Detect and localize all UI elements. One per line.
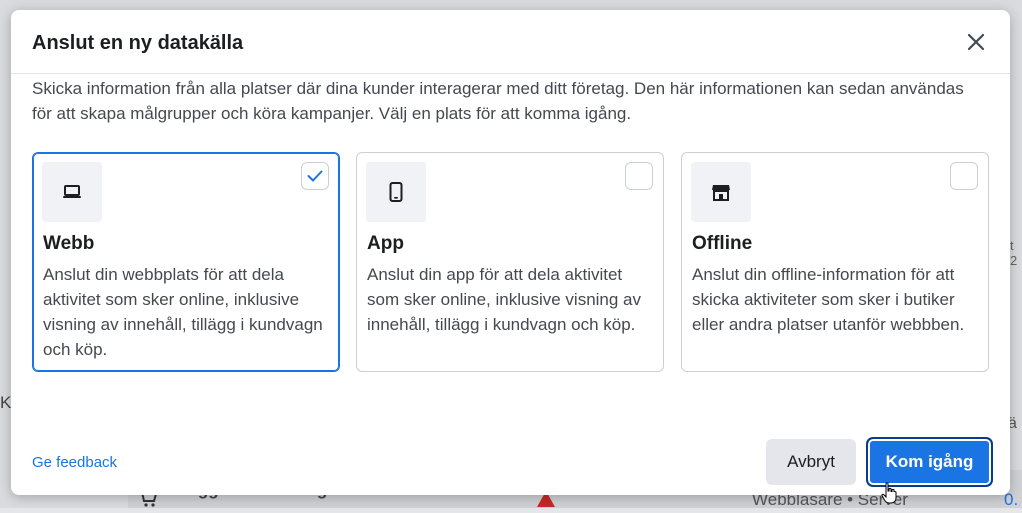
background-letter: K <box>0 393 12 412</box>
source-card-web[interactable]: Webb Anslut din webbplats för att dela a… <box>32 152 340 372</box>
card-description: Anslut din webbplats för att dela aktivi… <box>43 265 323 359</box>
card-icon-box <box>366 162 426 222</box>
card-icon-box <box>42 162 102 222</box>
connect-data-source-dialog: Anslut en ny datakälla Skicka informatio… <box>11 10 1010 504</box>
dialog-description: Skicka information från alla platser där… <box>32 79 964 123</box>
source-card-app[interactable]: App Anslut din app för att dela aktivite… <box>356 152 664 372</box>
close-icon <box>967 33 985 51</box>
checkmark-icon <box>307 170 323 182</box>
card-description: Anslut din app för att dela aktivitet so… <box>367 265 642 334</box>
mobile-phone-icon <box>389 182 403 202</box>
laptop-icon <box>63 185 81 198</box>
card-title: Offline <box>692 233 753 254</box>
storefront-icon <box>712 185 730 201</box>
hand-cursor-icon <box>881 482 897 504</box>
card-description: Anslut din offline-information för att s… <box>692 265 965 334</box>
background-right-text: t 2 <box>1010 238 1018 268</box>
app-checkbox[interactable] <box>625 162 653 190</box>
dialog-title: Anslut en ny datakälla <box>32 32 244 54</box>
dialog-header: Anslut en ny datakälla <box>11 10 1010 74</box>
card-icon-box <box>691 162 751 222</box>
cancel-button[interactable]: Avbryt <box>766 439 856 485</box>
card-title: Webb <box>43 233 95 254</box>
feedback-link[interactable]: Ge feedback <box>32 454 117 471</box>
offline-checkbox[interactable] <box>950 162 978 190</box>
get-started-button[interactable]: Kom igång <box>866 437 993 487</box>
card-title: App <box>367 233 404 254</box>
web-checkbox[interactable] <box>301 162 329 190</box>
close-button[interactable] <box>961 27 991 57</box>
source-card-offline[interactable]: Offline Anslut din offline-information f… <box>681 152 989 372</box>
